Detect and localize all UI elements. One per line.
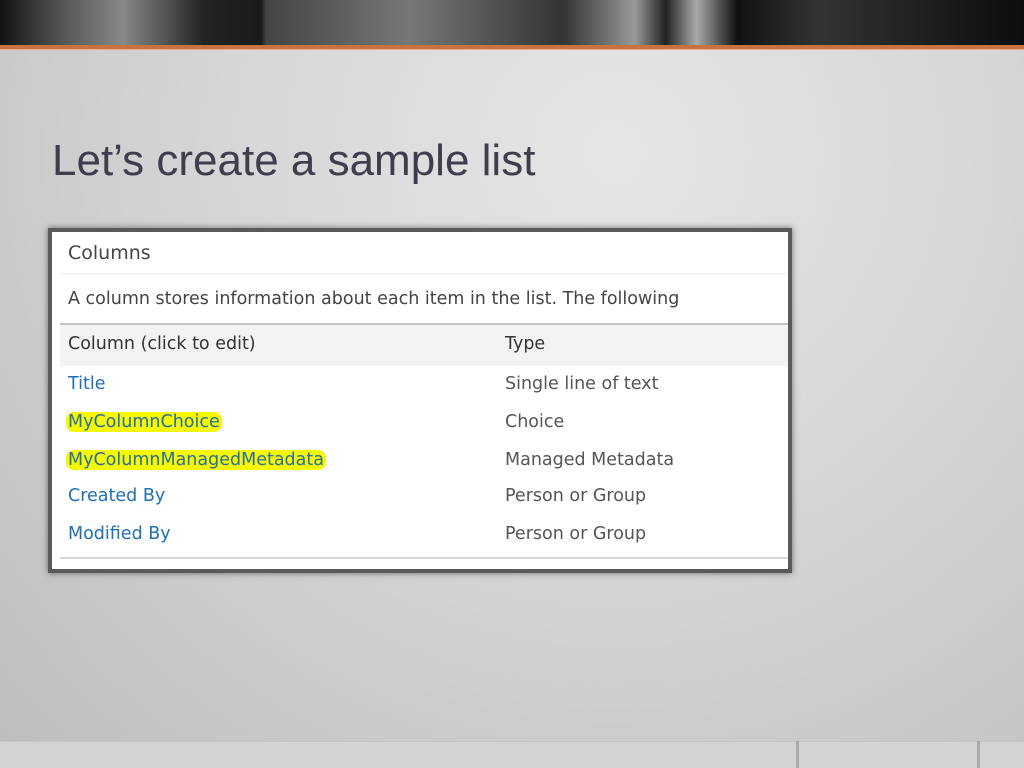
- footer-separator: [796, 741, 799, 768]
- header-banner-image: [0, 0, 1024, 46]
- accent-line: [0, 45, 1024, 50]
- column-type: Managed Metadata: [505, 450, 675, 470]
- column-link[interactable]: MyColumnChoice: [66, 412, 222, 432]
- column-type: Choice: [505, 412, 565, 432]
- section-title: Columns: [68, 242, 151, 264]
- divider: [60, 273, 788, 274]
- column-link[interactable]: MyColumnManagedMetadata: [66, 450, 326, 470]
- columns-screenshot: Columns A column stores information abou…: [48, 228, 792, 573]
- column-type: Person or Group: [505, 486, 647, 506]
- table-row: MyColumnManagedMetadata Managed Metadata: [60, 450, 788, 488]
- description: A column stores information about each i…: [68, 289, 680, 309]
- divider: [60, 557, 788, 559]
- header-column: Column (click to edit): [68, 334, 256, 354]
- slide-title: Let’s create a sample list: [52, 136, 536, 185]
- footer-separator: [977, 741, 980, 768]
- table-row: MyColumnChoice Choice: [60, 412, 788, 450]
- table-row: Created By Person or Group: [60, 486, 788, 524]
- header-type: Type: [505, 334, 546, 354]
- column-type: Single line of text: [505, 374, 659, 394]
- column-link[interactable]: Title: [68, 374, 106, 394]
- footer-bar: [0, 741, 1024, 768]
- column-type: Person or Group: [505, 524, 647, 544]
- column-link[interactable]: Modified By: [68, 524, 171, 544]
- table-row: Title Single line of text: [60, 374, 788, 412]
- table-header: Column (click to edit) Type: [60, 323, 788, 366]
- column-link[interactable]: Created By: [68, 486, 165, 506]
